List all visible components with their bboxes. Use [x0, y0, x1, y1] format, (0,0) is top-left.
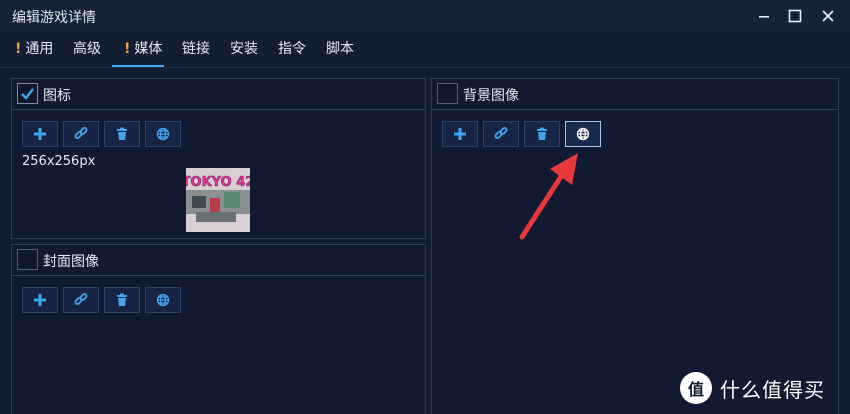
tab-bar: ! 通用 高级 ! 媒体 链接 安装 指令 脚本 — [0, 33, 850, 67]
tab-general[interactable]: ! 通用 — [15, 33, 53, 67]
minimize-button[interactable] — [750, 4, 778, 28]
panel-header: 图标 — [12, 79, 425, 110]
trash-icon — [537, 127, 547, 140]
cover-checkbox[interactable] — [17, 249, 38, 270]
link-button[interactable] — [63, 121, 99, 147]
add-button[interactable] — [22, 121, 58, 147]
divider — [0, 67, 850, 68]
window-title: 编辑游戏详情 — [12, 10, 96, 26]
trash-icon — [117, 127, 127, 140]
cover-panel: 封面图像 — [11, 244, 426, 414]
web-search-button[interactable] — [145, 287, 181, 313]
web-search-button[interactable] — [565, 121, 601, 147]
tab-label: 通用 — [25, 41, 54, 57]
panel-header: 封面图像 — [12, 245, 425, 276]
watermark-text: 什么值得买 — [720, 377, 825, 402]
link-button[interactable] — [63, 287, 99, 313]
globe-icon — [156, 293, 170, 307]
icon-panel: 图标 256x256px TOKYO 42 — [11, 78, 426, 239]
add-button[interactable] — [442, 121, 478, 147]
link-button[interactable] — [483, 121, 519, 147]
title-bar: 编辑游戏详情 — [0, 0, 850, 32]
add-button[interactable] — [22, 287, 58, 313]
tab-label: 脚本 — [326, 41, 354, 57]
annotation-arrow-icon — [519, 153, 578, 240]
link-icon — [74, 127, 88, 139]
trash-icon — [117, 293, 127, 306]
warning-icon: ! — [15, 41, 22, 57]
tab-label: 指令 — [278, 41, 306, 57]
plus-icon — [34, 294, 46, 306]
warning-icon: ! — [124, 41, 131, 57]
globe-icon — [576, 127, 590, 141]
tab-advanced[interactable]: 高级 — [73, 33, 101, 67]
delete-button[interactable] — [104, 121, 140, 147]
link-icon — [74, 293, 88, 305]
tab-label: 媒体 — [134, 41, 163, 57]
web-search-button[interactable] — [145, 121, 181, 147]
tab-links[interactable]: 链接 — [182, 33, 210, 67]
panel-title: 背景图像 — [463, 88, 519, 104]
tab-label: 高级 — [73, 41, 101, 57]
delete-button[interactable] — [104, 287, 140, 313]
background-checkbox[interactable] — [437, 83, 458, 104]
close-icon — [822, 10, 834, 22]
background-panel: 背景图像 — [431, 78, 839, 414]
minimize-icon — [759, 16, 769, 18]
panel-title: 封面图像 — [43, 254, 99, 270]
close-button[interactable] — [814, 4, 842, 28]
icon-thumbnail: TOKYO 42 — [186, 168, 250, 232]
watermark-badge: 值 — [687, 380, 704, 399]
tab-install[interactable]: 安装 — [230, 33, 258, 67]
image-size-text: 256x256px — [22, 154, 96, 169]
maximize-button[interactable] — [781, 4, 809, 28]
delete-button[interactable] — [524, 121, 560, 147]
panel-title: 图标 — [43, 88, 71, 104]
tab-label: 链接 — [182, 41, 210, 57]
game-icon-image: TOKYO 42 — [186, 168, 250, 232]
plus-icon — [454, 128, 466, 140]
globe-icon — [156, 127, 170, 141]
game-logo-text: TOKYO 42 — [186, 175, 250, 190]
checkmark-icon — [21, 88, 34, 100]
tab-media[interactable]: ! 媒体 — [112, 33, 165, 67]
tab-label: 安装 — [230, 41, 258, 57]
panel-header: 背景图像 — [432, 79, 838, 110]
watermark: 值 什么值得买 — [680, 366, 850, 410]
link-icon — [494, 127, 508, 139]
icon-checkbox[interactable] — [17, 83, 38, 104]
maximize-icon — [788, 9, 802, 23]
tab-commands[interactable]: 指令 — [278, 33, 306, 67]
plus-icon — [34, 128, 46, 140]
watermark-logo-icon: 值 — [680, 372, 712, 404]
tab-scripts[interactable]: 脚本 — [326, 33, 354, 67]
